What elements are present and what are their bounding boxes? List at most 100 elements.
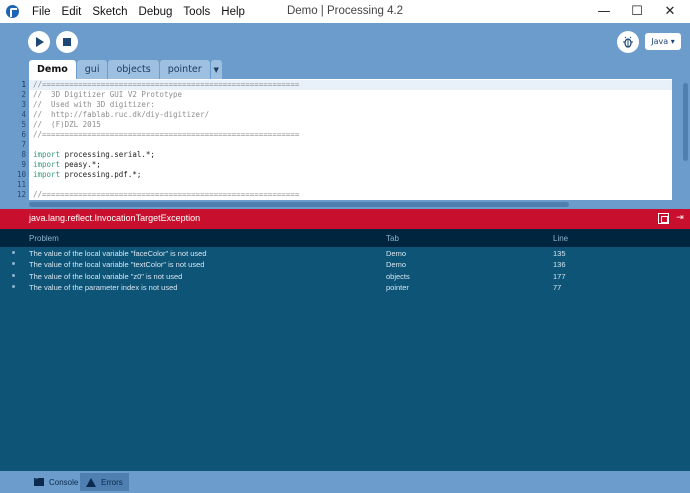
code-comment: //======================================…	[33, 130, 300, 139]
line-number: 1	[21, 80, 26, 89]
footer-bar: Console Errors	[0, 471, 690, 493]
code-text: peasy.*;	[60, 160, 101, 169]
problem-problem-cell: The value of the local variable "textCol…	[29, 260, 205, 270]
tab-pointer[interactable]: pointer	[159, 60, 210, 79]
line-number: 4	[21, 110, 26, 119]
problem-problem-cell: The value of the local variable "faceCol…	[29, 249, 207, 258]
code-text: processing.serial.*;	[60, 150, 155, 159]
bullet-icon	[12, 284, 15, 288]
code-keyword: import	[33, 160, 61, 169]
line-number: 11	[16, 180, 26, 189]
line-number: 12	[16, 190, 26, 199]
code-line: import peasy.*;	[33, 160, 101, 170]
run-button[interactable]	[28, 31, 50, 53]
tab-gui[interactable]: gui	[76, 60, 108, 79]
errors-tab-label: Errors	[101, 477, 123, 487]
line-number: 3	[21, 100, 26, 109]
problem-line-cell: 77	[553, 282, 562, 292]
code-comment: // http://fablab.ruc.dk/diy-digitizer/	[33, 110, 210, 119]
code-comment: // Used with 3D digitizer:	[33, 100, 155, 109]
code-line: import processing.serial.*;	[33, 150, 155, 160]
code-comment: // (F)DZL 2015	[33, 120, 101, 129]
copy-icon[interactable]	[658, 213, 669, 224]
code-keyword: import	[33, 170, 61, 179]
debug-button[interactable]	[617, 31, 639, 53]
problem-problem-cell: The value of the local variable "z0" is …	[29, 271, 183, 281]
close-button[interactable]: ✕	[653, 0, 687, 23]
editor-horizontal-scrollbar[interactable]	[29, 200, 681, 209]
console-tab-label: Console	[49, 477, 79, 487]
code-line: //======================================…	[33, 130, 299, 140]
menu-edit[interactable]: Edit	[62, 6, 82, 18]
code-line: //======================================…	[33, 190, 299, 200]
play-icon	[36, 37, 44, 47]
maximize-button[interactable]: ☐	[620, 0, 654, 23]
code-line: // http://fablab.ruc.dk/diy-digitizer/	[33, 110, 209, 120]
code-comment: //======================================…	[33, 80, 300, 89]
title-bar: File Edit Sketch Debug Tools Help Demo |…	[0, 0, 690, 23]
line-number: 9	[21, 160, 26, 169]
code-editor[interactable]: //======================================…	[29, 79, 672, 200]
sketch-tabs: Demo gui objects pointer ▼	[29, 60, 222, 79]
console-tab[interactable]: Console	[28, 473, 84, 491]
code-line: // Used with 3D digitizer:	[33, 100, 155, 110]
tab-menu-button[interactable]: ▼	[210, 60, 222, 79]
problems-panel: Problem Tab Line The value of the local …	[0, 229, 690, 471]
errors-tab[interactable]: Errors	[80, 473, 129, 491]
minimize-button[interactable]: —	[587, 0, 621, 23]
editor-vertical-scrollbar[interactable]	[681, 79, 690, 200]
bullet-icon	[12, 273, 15, 277]
problem-line-cell: 136	[553, 260, 566, 270]
bullet-icon	[12, 251, 15, 254]
problem-row[interactable]: The value of the parameter index is not …	[0, 282, 690, 293]
warning-icon	[86, 477, 96, 487]
problem-line-cell: 177	[553, 271, 566, 281]
processing-logo-icon	[6, 5, 19, 18]
code-line: // 3D Digitizer GUI V2 Prototype	[33, 90, 182, 100]
problem-line-cell: 135	[553, 249, 566, 258]
problem-row[interactable]: The value of the local variable "faceCol…	[0, 248, 690, 259]
stop-icon	[63, 38, 71, 46]
line-number: 2	[21, 90, 26, 99]
problem-row[interactable]: The value of the local variable "textCol…	[0, 259, 690, 270]
code-line: import processing.pdf.*;	[33, 170, 141, 180]
code-comment: //======================================…	[33, 190, 300, 199]
error-bar: java.lang.reflect.InvocationTargetExcept…	[0, 209, 690, 229]
column-header-tab[interactable]: Tab	[386, 234, 399, 243]
menu-bar: File Edit Sketch Debug Tools Help	[32, 0, 256, 23]
line-number: 6	[21, 130, 26, 139]
tab-demo[interactable]: Demo	[29, 60, 76, 79]
bug-icon	[623, 36, 633, 48]
problem-tab-cell: pointer	[386, 282, 409, 292]
code-keyword: import	[33, 150, 61, 159]
stop-button[interactable]	[56, 31, 78, 53]
collapse-icon[interactable]: ⇥	[675, 213, 685, 224]
code-line: // (F)DZL 2015	[33, 120, 101, 130]
tab-objects[interactable]: objects	[108, 60, 159, 79]
line-number: 8	[21, 150, 26, 159]
menu-debug[interactable]: Debug	[139, 6, 173, 18]
toolbar: Java ▾	[0, 23, 690, 61]
vertical-scroll-thumb[interactable]	[683, 83, 688, 161]
menu-help[interactable]: Help	[221, 6, 245, 18]
horizontal-scroll-thumb[interactable]	[29, 202, 569, 207]
problem-tab-cell: Demo	[386, 260, 407, 270]
column-header-problem[interactable]: Problem	[29, 234, 59, 243]
problem-row[interactable]: The value of the local variable "z0" is …	[0, 271, 690, 282]
code-line: //======================================…	[33, 80, 299, 90]
line-number: 7	[21, 140, 26, 149]
problems-header: Problem Tab Line	[0, 229, 690, 247]
console-icon	[34, 475, 44, 486]
menu-tools[interactable]: Tools	[183, 6, 210, 18]
line-number: 5	[21, 120, 26, 129]
problem-tab-cell: objects	[386, 271, 410, 281]
code-text: processing.pdf.*;	[60, 170, 142, 179]
problem-problem-cell: The value of the parameter index is not …	[29, 282, 178, 292]
mode-selector[interactable]: Java ▾	[645, 33, 681, 50]
bullet-icon	[12, 262, 15, 266]
column-header-line[interactable]: Line	[553, 234, 568, 243]
error-message: java.lang.reflect.InvocationTargetExcept…	[29, 213, 201, 223]
problem-tab-cell: Demo	[386, 249, 407, 258]
menu-sketch[interactable]: Sketch	[92, 6, 127, 18]
menu-file[interactable]: File	[32, 6, 51, 18]
